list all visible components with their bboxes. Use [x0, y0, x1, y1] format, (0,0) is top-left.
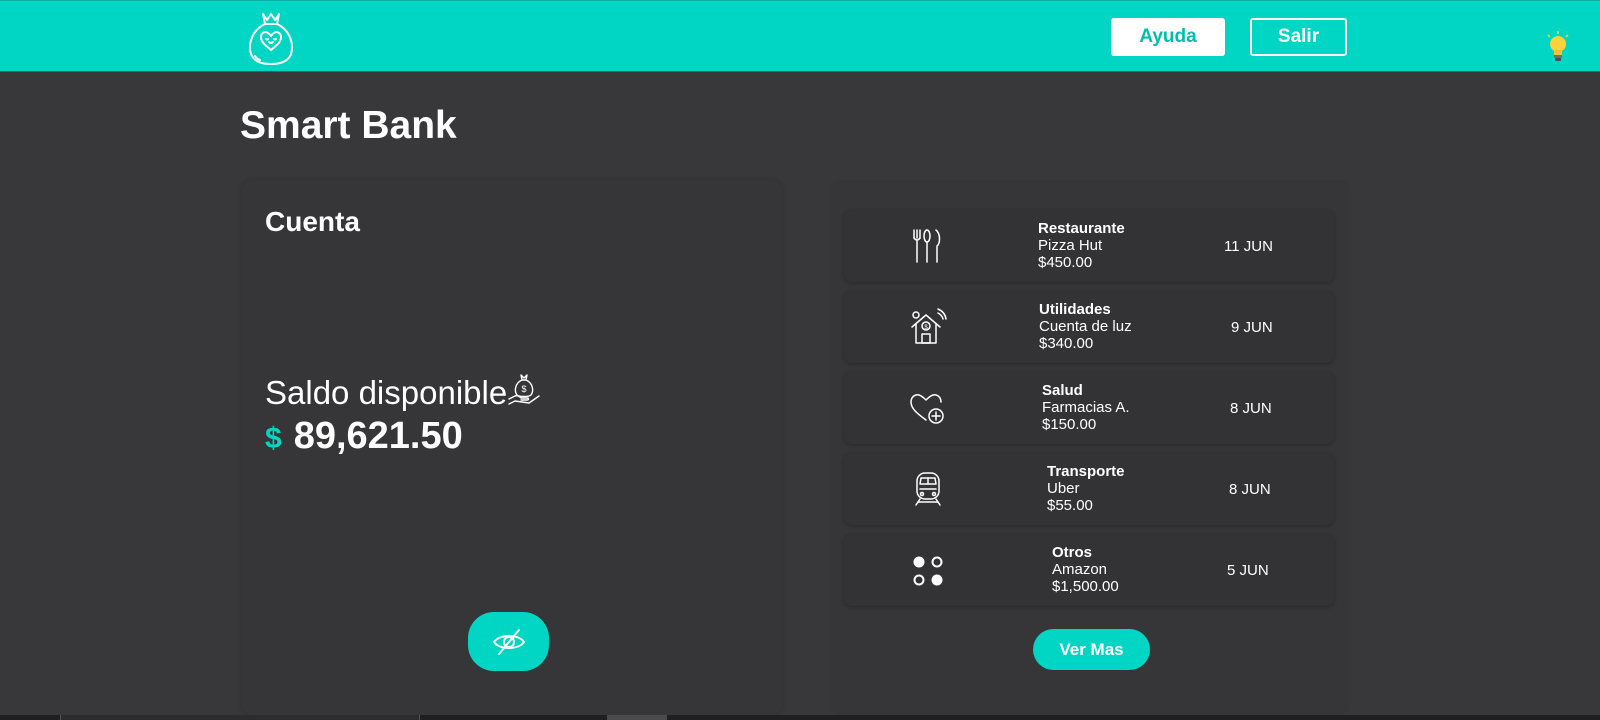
transaction-category: Utilidades — [1039, 301, 1111, 318]
transaction-merchant: Pizza Hut — [1038, 237, 1103, 254]
transaction-category: Otros — [1052, 544, 1093, 561]
svg-text:$: $ — [522, 384, 527, 394]
transaction-date: 9 JUN — [1231, 319, 1273, 336]
transaction-card[interactable]: Salud Farmacias A. $150.00 8 JUN — [844, 372, 1334, 444]
toggle-balance-button[interactable] — [468, 612, 549, 671]
bottom-tab — [60, 715, 420, 720]
balance-amount: 89,621.50 — [293, 415, 463, 457]
transaction-merchant: Farmacias A. — [1042, 399, 1130, 416]
transaction-amount: $150.00 — [1042, 416, 1097, 433]
balance-label-row: Saldo disponible $ — [265, 374, 541, 412]
balance-row: $ 89,621.50 — [265, 415, 463, 458]
transaction-amount: $340.00 — [1039, 335, 1094, 352]
train-icon — [915, 472, 941, 506]
see-more-button[interactable]: Ver Mas — [1033, 629, 1150, 670]
exit-button[interactable]: Salir — [1250, 18, 1347, 56]
transaction-card[interactable]: $ Utilidades Cuenta de luz $340.00 9 JUN — [844, 291, 1334, 363]
money-bag-hand-icon: $ — [508, 374, 540, 405]
transaction-category: Salud — [1042, 382, 1083, 399]
transaction-amount: $450.00 — [1038, 254, 1093, 271]
balance-label: Saldo disponible — [265, 374, 508, 411]
transaction-date: 11 JUN — [1224, 238, 1273, 255]
money-bag-heart-icon[interactable] — [246, 10, 296, 66]
transaction-category: Transporte — [1047, 463, 1125, 480]
lightbulb-icon[interactable] — [1545, 30, 1571, 64]
dots-grid-icon — [913, 556, 943, 586]
account-title: Cuenta — [265, 206, 360, 237]
transaction-card[interactable]: Transporte Uber $55.00 8 JUN — [844, 453, 1334, 525]
transaction-card[interactable]: Restaurante Pizza Hut $450.00 11 JUN — [844, 210, 1334, 282]
app-title: Smart Bank — [240, 104, 457, 147]
house-bill-icon: $ — [911, 308, 947, 344]
top-bar: Ayuda Salir — [0, 0, 1600, 72]
cutlery-icon — [913, 229, 941, 263]
help-button[interactable]: Ayuda — [1111, 18, 1225, 56]
transaction-card[interactable]: Otros Amazon $1,500.00 5 JUN — [844, 534, 1334, 606]
transaction-category: Restaurante — [1038, 220, 1125, 237]
transaction-merchant: Uber — [1047, 480, 1080, 497]
currency-symbol: $ — [265, 422, 282, 455]
transaction-date: 8 JUN — [1230, 400, 1272, 417]
heart-health-icon — [910, 394, 944, 424]
transaction-merchant: Cuenta de luz — [1039, 318, 1132, 335]
eye-slash-icon — [492, 628, 525, 655]
transaction-amount: $1,500.00 — [1052, 578, 1119, 595]
transaction-amount: $55.00 — [1047, 497, 1093, 514]
scrollbar-thumb[interactable] — [607, 715, 667, 720]
transaction-date: 5 JUN — [1227, 562, 1269, 579]
transaction-merchant: Amazon — [1052, 561, 1108, 578]
transaction-date: 8 JUN — [1229, 481, 1271, 498]
